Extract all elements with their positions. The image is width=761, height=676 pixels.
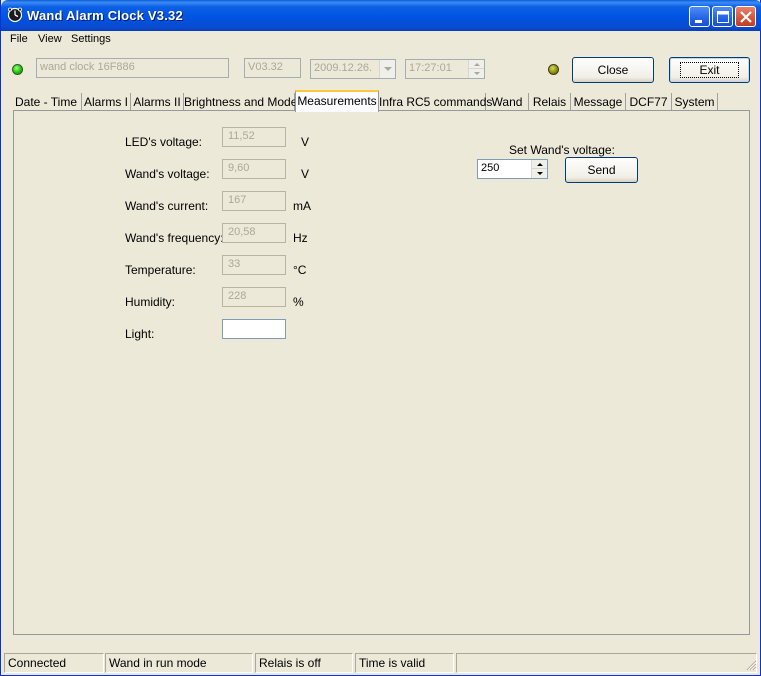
menu-bar: File View Settings — [2, 31, 760, 50]
exit-button[interactable]: Exit — [669, 57, 750, 83]
clock-icon — [7, 7, 23, 23]
wand-current-unit: mA — [293, 199, 311, 213]
maximize-icon — [717, 11, 729, 23]
wand-frequency-unit: Hz — [293, 231, 308, 245]
close-window-button[interactable] — [735, 6, 756, 27]
temperature-value: 33 — [222, 255, 286, 275]
wand-frequency-value: 20,58 — [222, 223, 286, 243]
led-voltage-label: LED's voltage: — [125, 135, 202, 149]
light-label: Light: — [125, 327, 155, 341]
device-name-field[interactable]: wand clock 16F886 — [36, 58, 229, 78]
connection-status-led — [12, 64, 23, 75]
humidity-unit: % — [293, 295, 304, 309]
humidity-value: 228 — [222, 287, 286, 307]
menu-view[interactable]: View — [38, 33, 62, 45]
date-value: 2009.12.26. — [314, 62, 373, 74]
wand-voltage-unit: V — [301, 167, 310, 181]
spin-down-icon[interactable] — [469, 69, 484, 78]
temperature-unit: °C — [293, 263, 307, 277]
tab-measurements[interactable]: Measurements — [295, 90, 379, 112]
set-voltage-value: 250 — [481, 162, 500, 174]
humidity-label: Humidity: — [125, 295, 176, 309]
measurements-panel: LED's voltage: 11,52 V Wand's voltage: 9… — [13, 110, 750, 635]
status-extra — [456, 653, 757, 673]
title-bar[interactable]: Wand Alarm Clock V3.32 — [1, 0, 761, 31]
spin-down-icon[interactable] — [532, 169, 547, 178]
main-window: Wand Alarm Clock V3.32 File View Setting… — [0, 0, 761, 676]
spin-up-icon[interactable] — [532, 160, 547, 169]
wand-current-label: Wand's current: — [125, 199, 209, 213]
menu-file[interactable]: File — [10, 33, 28, 45]
time-value: 17:27:01 — [409, 62, 452, 74]
send-button[interactable]: Send — [565, 157, 638, 183]
time-spinner[interactable] — [468, 60, 484, 78]
maximize-button[interactable] — [712, 6, 733, 27]
chevron-down-icon[interactable] — [379, 60, 395, 78]
wand-frequency-label: Wand's frequency: — [125, 231, 224, 245]
temperature-label: Temperature: — [125, 263, 196, 277]
status-time-valid: Time is valid — [355, 653, 454, 673]
status-connection: Connected — [4, 653, 104, 673]
minimize-button[interactable] — [689, 6, 710, 27]
spin-up-icon[interactable] — [469, 60, 484, 69]
set-voltage-label: Set Wand's voltage: — [509, 143, 615, 157]
close-icon — [740, 11, 752, 23]
set-voltage-spinner[interactable] — [531, 160, 547, 178]
status-relais: Relais is off — [255, 653, 353, 673]
close-button-label: Close — [597, 63, 629, 77]
activity-led — [548, 64, 559, 75]
menu-settings[interactable]: Settings — [71, 33, 111, 45]
wand-current-value: 167 — [222, 191, 286, 211]
wand-voltage-value: 9,60 — [222, 159, 286, 179]
version-field[interactable]: V03.32 — [244, 58, 301, 78]
set-voltage-input[interactable]: 250 — [477, 159, 548, 179]
status-bar: Connected Wand in run mode Relais is off… — [4, 653, 759, 673]
status-wand-mode: Wand in run mode — [105, 653, 253, 673]
close-button[interactable]: Close — [572, 57, 654, 83]
exit-button-label: Exit — [680, 62, 739, 78]
wand-voltage-label: Wand's voltage: — [125, 167, 210, 181]
minimize-icon — [695, 20, 702, 23]
time-field[interactable]: 17:27:01 — [405, 59, 485, 79]
light-value — [222, 319, 286, 339]
led-voltage-unit: V — [301, 135, 310, 149]
led-voltage-value: 11,52 — [222, 127, 286, 147]
send-button-label: Send — [587, 163, 616, 177]
window-title: Wand Alarm Clock V3.32 — [27, 8, 183, 23]
resize-grip-icon[interactable] — [745, 659, 757, 671]
date-combo[interactable]: 2009.12.26. — [310, 59, 396, 79]
